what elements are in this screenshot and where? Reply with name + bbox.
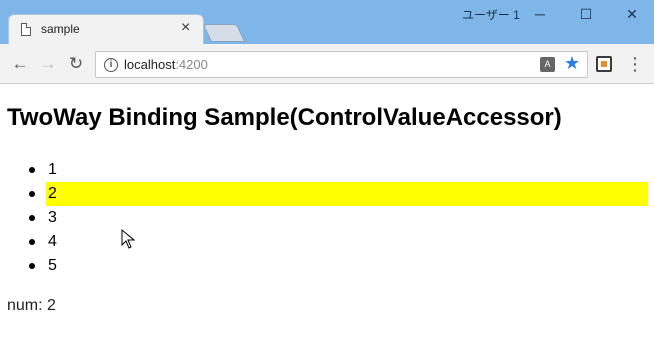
- extension-icon[interactable]: [596, 56, 612, 72]
- number-list: 1 2 3 4 5: [0, 158, 654, 278]
- reload-button[interactable]: ↻: [64, 52, 88, 76]
- page-title: TwoWay Binding Sample(ControlValueAccess…: [7, 104, 562, 131]
- title-bar: sample × ユーザー 1 ─ ☐ ✕: [0, 0, 654, 44]
- url-text[interactable]: localhost:4200: [124, 57, 208, 72]
- address-bar[interactable]: i localhost:4200 A ★: [95, 51, 588, 78]
- bullet-icon: [29, 239, 35, 245]
- bookmark-star-icon[interactable]: ★: [564, 53, 580, 74]
- profile-name[interactable]: ユーザー 1: [462, 6, 520, 23]
- list-item[interactable]: 4: [0, 230, 654, 254]
- num-label: num:: [7, 297, 48, 314]
- mouse-cursor-icon: [121, 229, 135, 249]
- translate-icon[interactable]: A: [540, 57, 555, 72]
- list-item[interactable]: 2: [0, 182, 654, 206]
- list-item[interactable]: 5: [0, 254, 654, 278]
- browser-toolbar: ← → ↻ i localhost:4200 A ★ ⋮: [0, 44, 654, 84]
- bullet-icon: [29, 167, 35, 173]
- bullet-icon: [29, 215, 35, 221]
- browser-tab[interactable]: sample ×: [8, 14, 204, 44]
- list-item-label: 4: [48, 233, 57, 250]
- bullet-icon: [29, 191, 35, 197]
- menu-icon[interactable]: ⋮: [626, 52, 644, 76]
- list-item-label: 3: [48, 209, 57, 226]
- bullet-icon: [29, 263, 35, 269]
- forward-button[interactable]: →: [36, 52, 60, 76]
- list-item-label: 1: [48, 161, 57, 178]
- num-value: 2: [47, 297, 56, 314]
- list-item-label: 5: [48, 257, 57, 274]
- url-port: :4200: [175, 57, 208, 72]
- close-window-button[interactable]: ✕: [609, 0, 654, 28]
- document-icon: [21, 23, 31, 36]
- url-host: localhost: [124, 57, 176, 72]
- tab-title: sample: [41, 22, 80, 36]
- maximize-button[interactable]: ☐: [563, 0, 609, 28]
- back-button[interactable]: ←: [8, 52, 32, 76]
- num-readout: num: 2: [7, 297, 56, 315]
- info-icon[interactable]: i: [104, 58, 118, 72]
- list-item[interactable]: 3: [0, 206, 654, 230]
- minimize-button[interactable]: ─: [517, 0, 563, 28]
- new-tab-button[interactable]: [202, 24, 246, 42]
- list-item-label: 2: [46, 182, 648, 206]
- tab-close-icon[interactable]: ×: [181, 19, 190, 37]
- list-item[interactable]: 1: [0, 158, 654, 182]
